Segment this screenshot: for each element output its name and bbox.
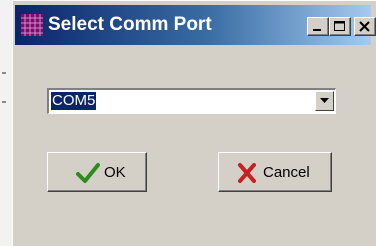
maximize-icon [334, 21, 345, 31]
ok-button[interactable]: OK [47, 152, 147, 192]
comm-port-select[interactable]: COM5 [47, 88, 336, 114]
close-button[interactable] [354, 17, 376, 36]
close-icon [359, 21, 370, 32]
x-icon [238, 163, 256, 183]
background-mark [2, 101, 6, 103]
chevron-down-icon [320, 98, 329, 103]
dialog-title: Select Comm Port [48, 14, 212, 35]
checkmark-icon [76, 163, 100, 183]
title-bar[interactable]: Select Comm Port [15, 5, 376, 45]
background-mark [2, 72, 6, 74]
ok-button-label: OK [104, 164, 126, 181]
select-comm-port-dialog: Select Comm Port COM5 OK Cancel [12, 0, 376, 246]
cancel-button-label: Cancel [263, 164, 310, 181]
selected-port-value: COM5 [51, 92, 97, 110]
minimize-button[interactable] [307, 17, 329, 36]
cancel-button[interactable]: Cancel [218, 152, 332, 192]
dropdown-button[interactable] [315, 91, 334, 111]
grid-app-icon [21, 14, 43, 36]
maximize-button[interactable] [329, 17, 351, 36]
background-window-edge [0, 0, 12, 246]
screen: Select Comm Port COM5 OK Cancel [0, 0, 376, 246]
minimize-icon [313, 29, 321, 31]
